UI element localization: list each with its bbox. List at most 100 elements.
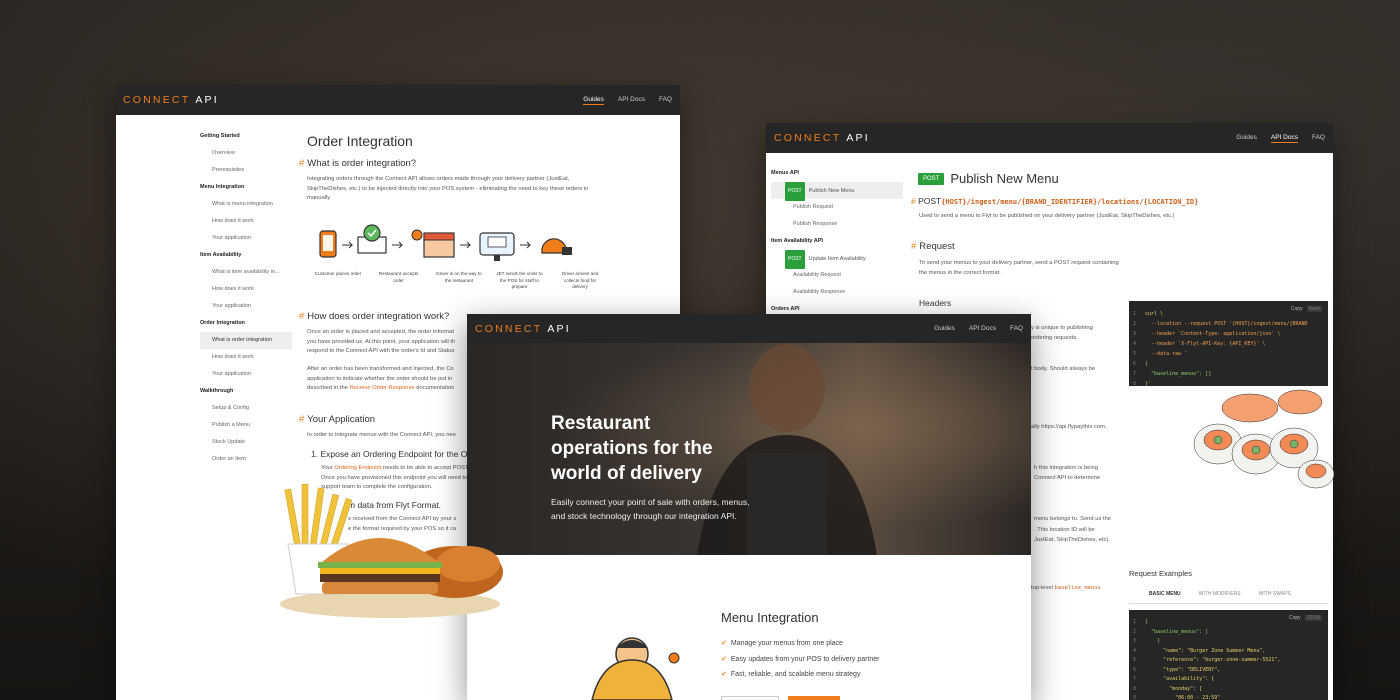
example-tab[interactable]: WITH SWAPS	[1259, 591, 1291, 597]
primary-button[interactable]	[788, 696, 840, 700]
code-line: 5 "reference": "burger-zone-summer-5521"…	[1133, 657, 1281, 663]
section-title: Menu Integration	[721, 610, 819, 625]
landing-page-window: CONNECT API Guides API Docs FAQ Restauran…	[467, 314, 1031, 700]
helmet-icon	[541, 238, 572, 255]
sidebar-section: Menu Integration	[200, 184, 245, 190]
lang-badge: JSON	[1304, 615, 1322, 621]
sidebar-section: Getting Started	[200, 133, 240, 139]
sidebar-item[interactable]: POST Publish New Menu	[771, 182, 903, 201]
sidebar-item[interactable]: POST Update Item Availability	[771, 250, 903, 269]
copy-button[interactable]: Copy	[1291, 306, 1303, 312]
sidebar-item[interactable]: What is menu integration	[200, 196, 292, 213]
top-nav: CONNECT API Guides API Docs FAQ	[467, 314, 1031, 343]
flow-step-label: Restaurant accepts order	[378, 271, 419, 283]
endpoint-title: POST Publish New Menu	[918, 171, 1059, 186]
paragraph: To send your menus to your delivery part…	[919, 260, 1119, 276]
phone-icon	[319, 230, 337, 258]
sidebar-item[interactable]: Setup & Config	[200, 400, 292, 417]
feature-item: ✓ Manage your menus from one place	[721, 640, 843, 647]
nav-faq[interactable]: FAQ	[659, 96, 672, 105]
example-tab[interactable]: WITH MODIFIERS	[1199, 591, 1241, 597]
nav-guides[interactable]: Guides	[934, 325, 955, 332]
nav-api-docs[interactable]: API Docs	[1270, 134, 1298, 143]
step-heading: 1. Expose an Ordering Endpoint for the O	[311, 449, 468, 459]
nav-faq[interactable]: FAQ	[1010, 325, 1023, 332]
paragraph: Once an order is placed and accepted, th…	[307, 329, 456, 355]
sidebar-item[interactable]: How does it work	[200, 349, 292, 366]
sidebar-item[interactable]: Your application	[200, 230, 292, 247]
brand-logo[interactable]: CONNECT API	[774, 132, 870, 144]
sidebar-item[interactable]: Your application	[200, 366, 292, 383]
text-fragment: ally https://api.flypaythis.com.	[1031, 424, 1107, 430]
sidebar-section: Item Availability API	[771, 238, 823, 244]
text-fragment: h this integration is being	[1034, 465, 1099, 471]
json-code-block[interactable]: Copy JSON 1{2 "baseline_menus": [3 {4 "n…	[1129, 610, 1328, 700]
description: Used to send a menu to Flyt to be publis…	[919, 213, 1175, 219]
order-flow-diagram: Customer places order Restaurant accepts …	[314, 223, 604, 295]
endpoint-path: # POST{HOST}/ingest/menu/{BRAND_IDENTIFI…	[911, 196, 1199, 206]
text-fragment: . This location ID will be	[1034, 527, 1095, 533]
sidebar-item[interactable]: Publish Request	[771, 199, 903, 216]
sidebar-item[interactable]: Overview	[200, 145, 292, 162]
code-line: 7 "availability": {	[1133, 676, 1215, 682]
sidebar-item[interactable]: Availability Request	[771, 267, 903, 284]
flow-step-label: JET sends the order to the POS for staff…	[496, 271, 543, 289]
chef-illustration	[591, 637, 680, 700]
page-title: Publish New Menu	[950, 171, 1059, 186]
sidebar-item[interactable]: Availability Response	[771, 284, 903, 301]
sidebar-item[interactable]: Stock Update	[200, 434, 292, 451]
code-line: 5 --data-raw '	[1133, 351, 1188, 357]
sidebar-item[interactable]: What is item availability in...	[200, 264, 292, 281]
sidebar-item[interactable]: What is order integration	[200, 332, 292, 349]
nav-guides[interactable]: Guides	[1236, 134, 1257, 143]
ordering-endpoint-link[interactable]: Ordering Endpoint	[334, 465, 381, 471]
sidebar-item[interactable]: Publish Response	[771, 216, 903, 233]
curl-code-block[interactable]: Copy Bash 1 curl \ 2 --location --request …	[1129, 301, 1328, 387]
sidebar-section: Item Availability	[200, 252, 242, 258]
store-icon	[411, 229, 455, 258]
sidebar-section: Order Integration	[200, 320, 245, 326]
top-nav: CONNECT API Guides API Docs FAQ	[766, 123, 1333, 153]
receive-order-response-link[interactable]: Receive Order Response	[350, 385, 415, 391]
sidebar-item[interactable]: Your application	[200, 298, 292, 315]
hero-title: Restaurant operations for the world of d…	[551, 413, 713, 484]
nav-api-docs[interactable]: API Docs	[969, 325, 996, 332]
text-fragment: t body. Should always be	[1031, 366, 1096, 372]
copy-button[interactable]: Copy	[1289, 615, 1301, 621]
text-fragment: y is unique to publishing	[1031, 325, 1093, 331]
example-tab[interactable]: BASIC MENU	[1149, 591, 1181, 597]
flow-step-label: Driver arrives and collects food for del…	[561, 271, 599, 289]
nav-guides[interactable]: Guides	[583, 96, 604, 105]
check-icon: ✓	[721, 655, 727, 663]
sidebar-item[interactable]: Order an Item	[200, 451, 292, 468]
code-line: 3 {	[1133, 638, 1161, 644]
flow-step-label: Driver is on the way to the restaurant	[436, 271, 482, 283]
brand-logo[interactable]: CONNECT API	[123, 94, 219, 106]
code-line: 4 "name": "Burger Zone Summer Menu",	[1133, 647, 1266, 654]
feature-item: ✓ Easy updates from your POS to delivery …	[721, 655, 880, 663]
sidebar-item-label: Publish New Menu	[808, 188, 855, 194]
brand-logo[interactable]: CONNECT API	[475, 323, 571, 335]
paragraph: In order to integrate menus with the Con…	[307, 432, 456, 438]
sidebar-item[interactable]: Prerequisites	[200, 162, 292, 179]
nav-faq[interactable]: FAQ	[1312, 134, 1325, 143]
code-line: 6{	[1133, 361, 1149, 367]
check-icon: ✓	[721, 671, 727, 678]
nav-api-docs[interactable]: API Docs	[618, 96, 645, 105]
sidebar-item[interactable]: How does it work	[200, 281, 292, 298]
secondary-button[interactable]	[721, 696, 779, 700]
feature-list: ✓ Manage your menus from one place ✓ Easy u…	[721, 636, 880, 683]
feature-item: ✓ Fast, reliable, and scalable menu strat…	[721, 671, 861, 678]
code-line: 6 "type": "DELIVERY",	[1133, 666, 1221, 673]
check-icon: ✓	[721, 640, 727, 647]
sidebar-item[interactable]: Publish a Menu	[200, 417, 292, 434]
sidebar-section: Walkthrough	[200, 388, 234, 394]
sidebar-item[interactable]: How does it work	[200, 213, 292, 230]
post-badge: POST	[918, 172, 945, 185]
code-line: 9 "06:00 - 23:59"	[1133, 695, 1221, 700]
headers-heading: Headers	[919, 298, 952, 308]
code-line: 3 --header 'Content-Type: application/js…	[1133, 331, 1281, 337]
paragraph: Integrating orders through the Connect A…	[307, 176, 589, 202]
check-icon	[357, 224, 387, 254]
lang-badge: Bash	[1306, 306, 1322, 312]
